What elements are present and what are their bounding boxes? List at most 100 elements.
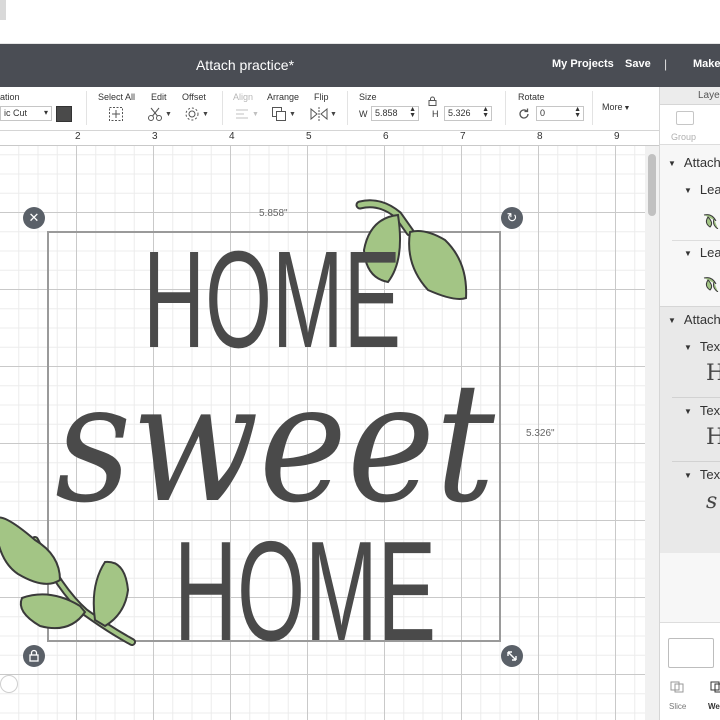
layer-label: Leaf [699, 182, 720, 197]
text-thumbnail-s: s [706, 489, 718, 514]
browser-strip [0, 0, 720, 44]
align-label: Align [233, 92, 254, 102]
lock-handle[interactable] [23, 645, 45, 667]
layer-attach-2[interactable]: ▼ Attach [668, 312, 720, 327]
select-all-button[interactable] [108, 105, 124, 123]
flip-button[interactable]: ▼ [310, 105, 337, 123]
slice-button[interactable]: Slice [669, 702, 686, 711]
size-label: Size [359, 92, 377, 102]
text-thumbnail-h: H [706, 361, 720, 386]
stepper-icon[interactable]: ▲ ▼ [574, 106, 581, 119]
collapse-arrow-icon: ▼ [684, 186, 692, 196]
layer-text-2[interactable]: ▼ Text [684, 403, 720, 418]
ruler-number: 9 [614, 131, 620, 142]
ruler-number: 4 [229, 131, 235, 142]
height-input[interactable]: 5.326 ▲ ▼ [444, 106, 492, 121]
collapse-arrow-icon: ▼ [684, 471, 692, 481]
horizontal-ruler: 2 3 4 5 6 7 8 9 [0, 131, 659, 146]
toolbar-divider [222, 91, 223, 125]
edit-button[interactable]: ▼ [147, 105, 172, 123]
ruler-number: 3 [152, 131, 158, 142]
select-all-label: Select All [98, 92, 136, 102]
rotate-icon: ↻ [506, 210, 518, 225]
more-button[interactable]: More▼ [602, 102, 630, 112]
layer-label: Leaf [699, 245, 720, 260]
rotate-label: Rotate [518, 92, 545, 102]
layer-label: Text [699, 339, 720, 354]
arrange-icon [272, 107, 286, 121]
flip-label: Flip [314, 92, 329, 102]
group-icon [676, 111, 694, 125]
align-icon [236, 109, 248, 119]
ruler-number: 7 [460, 131, 466, 142]
rotate-icon [519, 108, 529, 119]
layer-label: Text [699, 403, 720, 418]
layer-divider [672, 461, 720, 462]
layer-label: Attach [683, 312, 720, 327]
toolbar-divider [592, 91, 593, 125]
group-label: Group [671, 132, 697, 142]
chevron-down-icon: ▼ [202, 110, 209, 118]
edit-toolbar: ation ic Cut ▾ Select All Edit ▼ Offset … [0, 87, 659, 131]
my-projects-link[interactable]: My Projects [552, 58, 614, 70]
layer-text-1[interactable]: ▼ Text [684, 339, 720, 354]
make-button[interactable]: Make [693, 58, 720, 70]
arrange-label: Arrange [267, 92, 300, 102]
width-value: 5.858 [375, 108, 398, 118]
stepper-icon[interactable]: ▲ ▼ [409, 106, 416, 119]
lock-icon [29, 649, 39, 662]
canvas-scrollbar[interactable] [645, 146, 659, 720]
save-button[interactable]: Save [625, 58, 651, 70]
app-window: Attach practice* My Projects Save | Make… [0, 0, 720, 720]
layer-text-3[interactable]: ▼ Text [684, 467, 720, 482]
resize-handle[interactable] [501, 645, 523, 667]
leaf-thumbnail [703, 277, 719, 292]
window-grip [0, 0, 6, 20]
layers-panel: Layers Group ▼ Attach ▼ Leaf ▼ Leaf ▼ Attach… [659, 87, 720, 720]
layer-leaf-2[interactable]: ▼ Leaf [684, 245, 720, 260]
width-input[interactable]: 5.858 ▲ ▼ [371, 106, 419, 121]
selection-box[interactable] [47, 231, 501, 642]
lock-ratio-icon[interactable] [428, 96, 437, 106]
chevron-down-icon: ▾ [43, 108, 48, 117]
collapse-arrow-icon: ▼ [684, 343, 692, 353]
edit-label: Edit [151, 92, 167, 102]
rotate-input[interactable]: 0 ▲ ▼ [536, 106, 584, 121]
offset-label: Offset [182, 92, 206, 102]
delete-handle[interactable]: ✕ [23, 207, 45, 229]
toolbar-divider [347, 91, 348, 125]
project-title: Attach practice* [195, 57, 295, 73]
select-all-icon [109, 107, 123, 121]
chevron-down-icon: ▼ [330, 110, 337, 118]
offset-button[interactable]: ▼ [184, 105, 209, 123]
app-header: Attach practice* My Projects Save | Make [0, 44, 720, 87]
operation-select[interactable]: ic Cut ▾ [0, 106, 52, 121]
weld-button[interactable]: Weld [708, 702, 720, 711]
layer-label: Text [699, 467, 720, 482]
slice-icon [670, 681, 684, 693]
height-value: 5.326 [448, 108, 471, 118]
text-thumbnail-h: H [706, 425, 720, 450]
collapse-arrow-icon: ▼ [684, 249, 692, 259]
flip-icon [310, 107, 328, 121]
stepper-icon[interactable]: ▲ ▼ [482, 106, 489, 119]
rotate-value: 0 [540, 108, 546, 118]
zoom-control[interactable] [0, 675, 18, 693]
leaf-thumbnail [703, 214, 719, 229]
toolbar-divider [86, 91, 87, 125]
group-button[interactable]: Group [660, 105, 720, 145]
layer-leaf-1[interactable]: ▼ Leaf [684, 182, 720, 197]
ruler-number: 6 [383, 131, 389, 142]
chevron-down-icon: ▼ [252, 110, 259, 118]
layer-attach-1[interactable]: ▼ Attach [668, 155, 720, 170]
canvas-color-box[interactable] [668, 638, 714, 668]
close-icon: ✕ [28, 210, 40, 225]
chevron-down-icon: ▼ [289, 110, 296, 118]
rotate-handle[interactable]: ↻ [501, 207, 523, 229]
header-separator: | [664, 57, 668, 71]
color-swatch[interactable] [56, 106, 72, 122]
weld-icon [710, 681, 720, 693]
scrollbar-thumb[interactable] [648, 154, 656, 216]
align-button[interactable]: ▼ [234, 105, 259, 123]
arrange-button[interactable]: ▼ [271, 105, 296, 123]
